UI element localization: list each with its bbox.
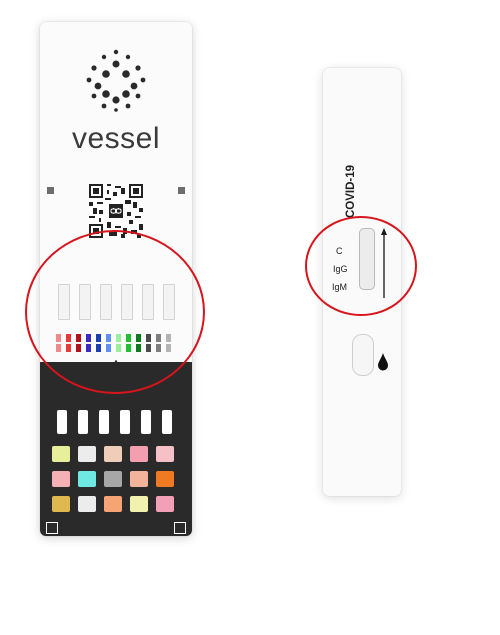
color-swatch — [52, 496, 70, 512]
color-swatch — [156, 471, 174, 487]
color-swatch — [52, 446, 70, 462]
color-swatch — [156, 496, 174, 512]
color-swatch — [52, 471, 70, 487]
brand-name: vessel — [71, 122, 161, 155]
sample-well — [352, 334, 374, 376]
white-slot — [162, 410, 172, 434]
color-swatch — [78, 471, 96, 487]
color-swatch — [104, 446, 122, 462]
drop-filled-icon — [378, 353, 388, 371]
white-slot — [120, 410, 130, 434]
white-slot — [78, 410, 88, 434]
color-swatch — [78, 446, 96, 462]
color-swatch — [130, 471, 148, 487]
white-slot — [57, 410, 67, 434]
covid-highlight-circle — [305, 216, 417, 316]
color-swatch — [104, 496, 122, 512]
vessel-logo-icon — [86, 49, 146, 112]
color-swatch — [130, 496, 148, 512]
white-slot — [99, 410, 109, 434]
color-swatch — [78, 496, 96, 512]
vessel-highlight-circle — [25, 230, 205, 394]
color-swatch — [104, 471, 122, 487]
white-slot — [141, 410, 151, 434]
color-swatch — [130, 446, 148, 462]
registration-mark — [47, 187, 54, 194]
corner-mark — [46, 522, 58, 534]
color-swatch — [156, 446, 174, 462]
cassette-title: COVID-19 — [345, 164, 357, 218]
registration-mark — [178, 187, 185, 194]
corner-mark — [174, 522, 186, 534]
